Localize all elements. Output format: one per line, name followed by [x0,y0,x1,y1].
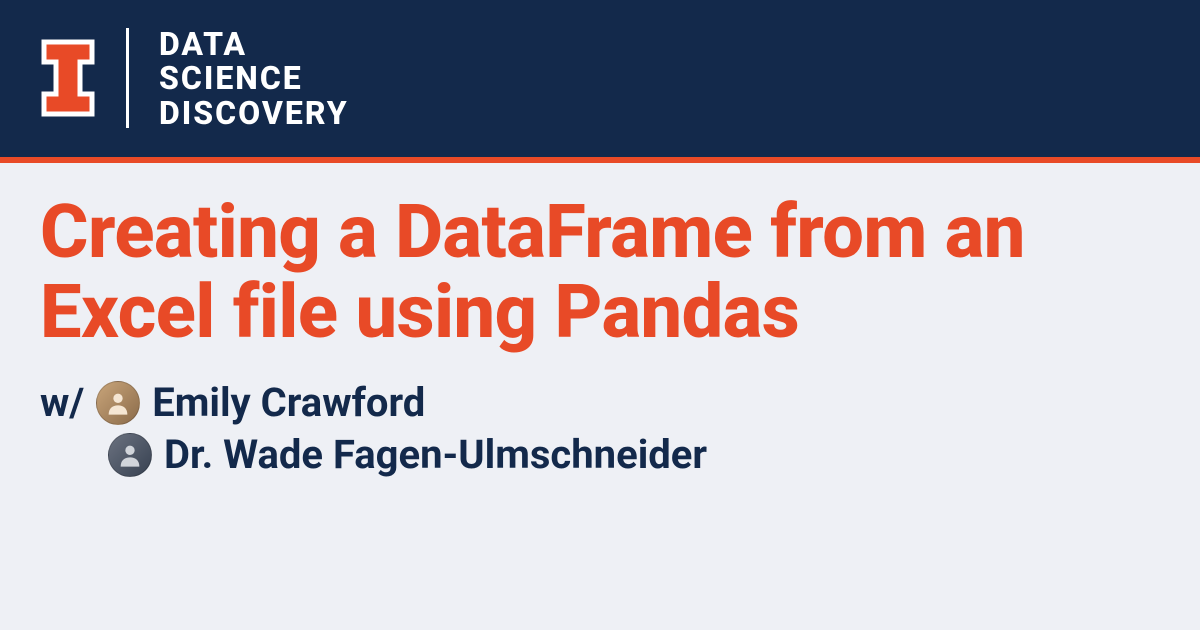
author-name: Dr. Wade Fagen-Ulmschneider [164,429,707,481]
avatar-icon [108,433,152,477]
vertical-divider [126,28,129,128]
author-list: w/ Emily Crawford Dr. Wade Fagen-Ulmschn… [40,377,1160,481]
author-row: w/ Emily Crawford [40,377,1160,429]
author-row: Dr. Wade Fagen-Ulmschneider [40,429,1160,481]
illinois-block-i-logo [40,38,96,118]
wordmark-line: DATA [159,27,349,62]
header-bar: DATA SCIENCE DISCOVERY [0,0,1200,163]
wordmark-line: SCIENCE [159,61,349,96]
brand-wordmark: DATA SCIENCE DISCOVERY [159,27,349,131]
logo-block: DATA SCIENCE DISCOVERY [40,27,349,131]
avatar-icon [96,381,140,425]
page-title: Creating a DataFrame from an Excel file … [40,193,1160,353]
author-prefix: w/ [40,377,84,429]
author-name: Emily Crawford [152,377,425,429]
wordmark-line: DISCOVERY [159,96,349,131]
content-area: Creating a DataFrame from an Excel file … [0,163,1200,481]
